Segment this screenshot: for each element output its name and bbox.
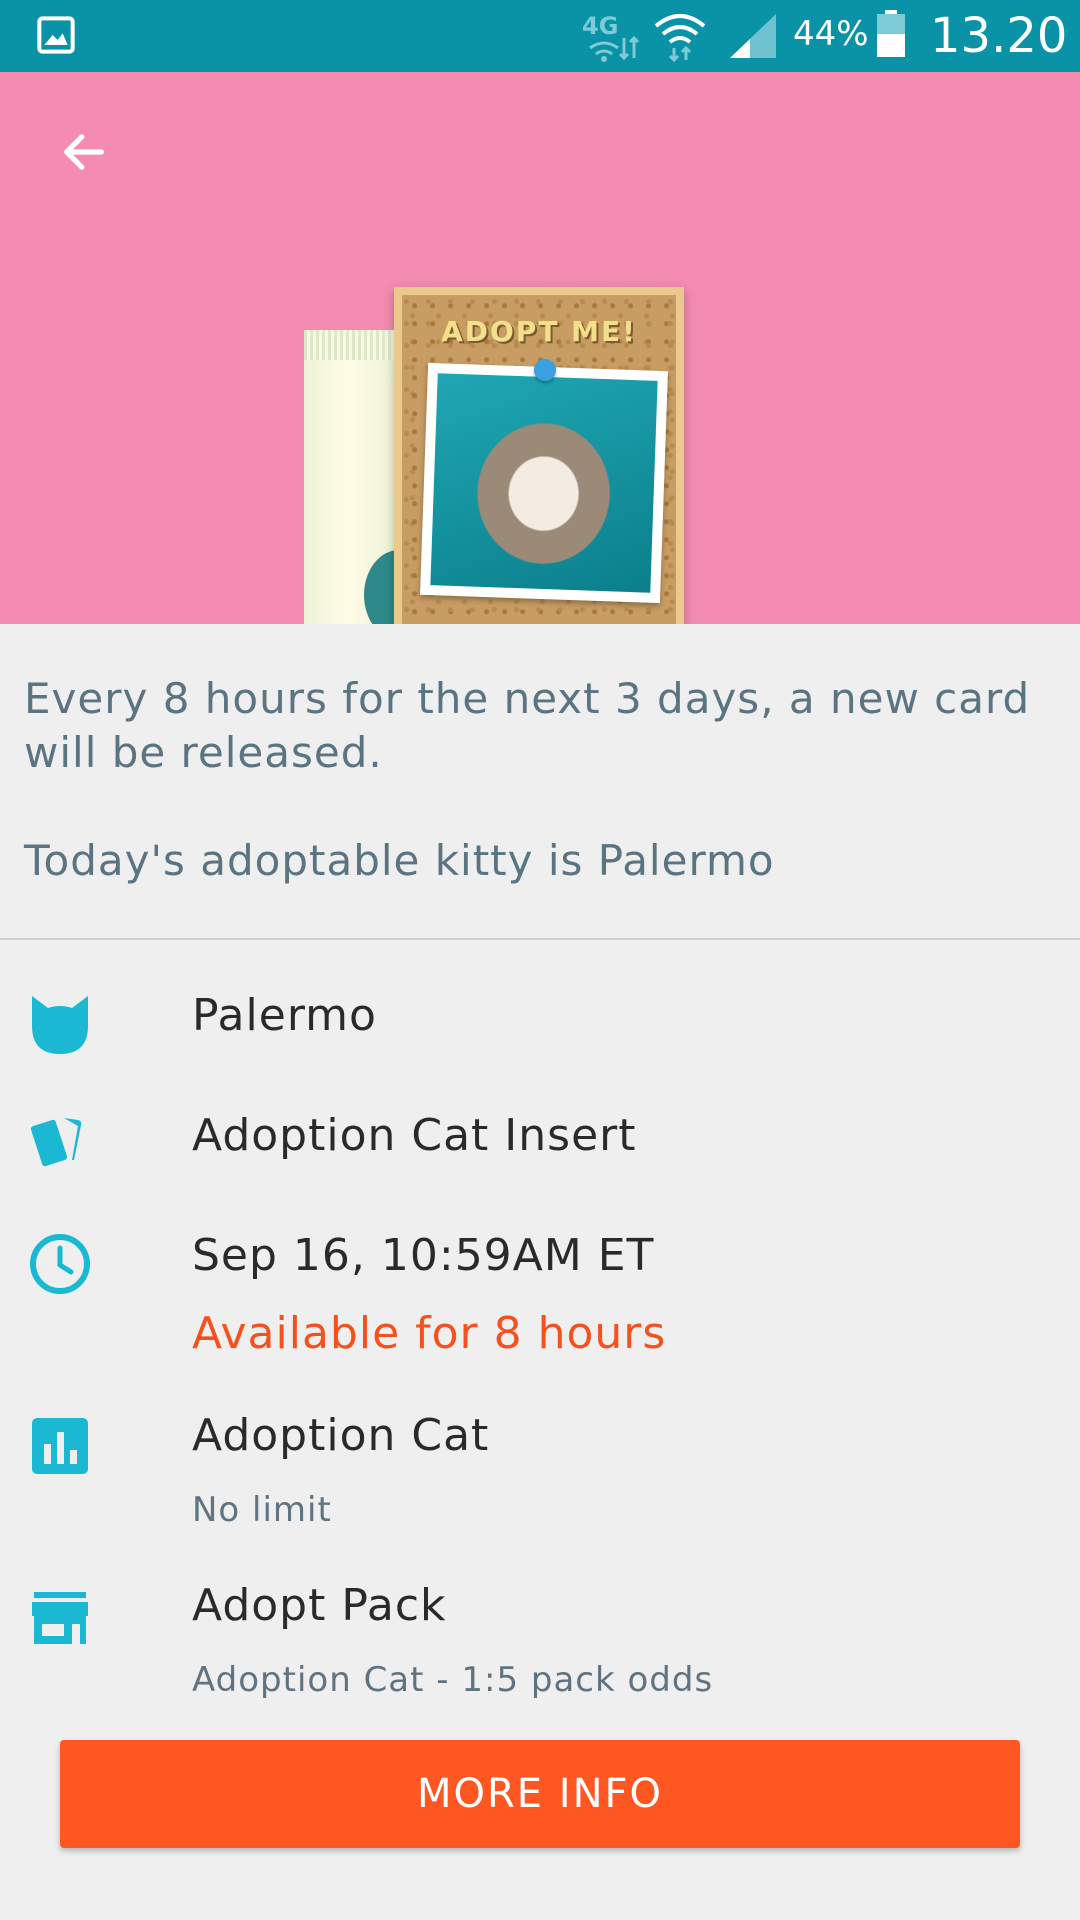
detail-limit: No limit [192,1490,332,1530]
divider [0,938,1080,940]
pushpin-icon [534,359,556,381]
cards-icon [30,1118,82,1167]
cat-icon [32,996,88,1054]
description-paragraph-1: Every 8 hours for the next 3 days, a new… [24,674,1031,777]
clock-icon [30,1234,90,1294]
arrow-left-icon [64,134,104,170]
network-4g-icon: 4G [582,12,640,62]
cat-photo [420,362,668,604]
detail-availability: Available for 8 hours [192,1308,667,1359]
bar-chart-icon [32,1418,88,1474]
battery-icon [877,10,905,57]
clock: 13.20 [930,8,1068,64]
card-heading: ADOPT ME! [441,315,637,348]
store-icon [32,1592,88,1644]
detail-pack: Adopt Pack [192,1580,447,1631]
detail-release-time: Sep 16, 10:59AM ET [192,1230,655,1281]
signal-icon [730,14,776,58]
battery-percent: 44% [793,14,869,54]
more-info-button[interactable]: MORE INFO [60,1740,1020,1848]
detail-series: Adoption Cat [192,1410,490,1461]
hero-banner: ADOPT ME! [0,72,1080,624]
detail-card-type: Adoption Cat Insert [192,1110,637,1161]
detail-pack-odds: Adoption Cat - 1:5 pack odds [192,1660,714,1700]
network-label: 4G [582,12,618,40]
gallery-icon [37,16,75,54]
adopt-me-card-image: ADOPT ME! [394,287,684,624]
description: Every 8 hours for the next 3 days, a new… [24,672,1054,888]
wifi-icon [654,14,706,62]
status-bar: 4G 44% 13.20 [0,0,1080,72]
description-paragraph-2: Today's adoptable kitty is Palermo [24,836,775,885]
detail-cat-name: Palermo [192,990,377,1041]
back-button[interactable] [44,112,124,192]
